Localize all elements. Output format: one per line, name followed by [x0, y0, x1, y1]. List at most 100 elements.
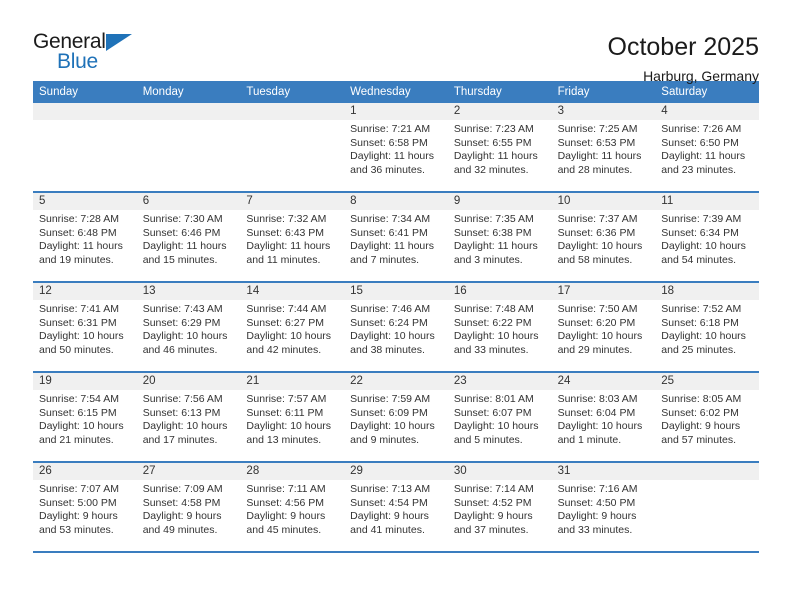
calendar-day-cell[interactable]: 8 Sunrise: 7:34 AM Sunset: 6:41 PM Daylight… — [344, 193, 448, 281]
day-detail-line: Sunrise: 7:59 AM — [350, 393, 431, 405]
day-number: 7 — [240, 193, 345, 210]
day-detail-line: Sunset: 6:02 PM — [661, 406, 739, 419]
calendar-day-cell[interactable]: 19 Sunrise: 7:54 AM Sunset: 6:15 PM Dayligh… — [33, 373, 137, 461]
day-detail-line: and 53 minutes. — [39, 523, 114, 536]
title-block: October 2025 Harburg, Germany — [608, 30, 760, 86]
day-details — [240, 120, 344, 123]
day-number: 21 — [240, 373, 345, 390]
calendar-day-cell[interactable]: 24 Sunrise: 8:03 AM Sunset: 6:04 PM Dayligh… — [551, 373, 656, 461]
day-details: Sunrise: 7:44 AM Sunset: 6:27 PM Daylight:… — [240, 300, 344, 357]
day-detail-line: Daylight: 10 hours — [350, 330, 435, 342]
calendar-day-cell[interactable]: 23 Sunrise: 8:01 AM Sunset: 6:07 PM Dayligh… — [447, 373, 552, 461]
day-detail-line: and 29 minutes. — [557, 343, 633, 356]
calendar-day-cell[interactable]: 11 Sunrise: 7:39 AM Sunset: 6:34 PM Dayligh… — [655, 193, 759, 281]
day-details: Sunrise: 7:50 AM Sunset: 6:20 PM Daylight:… — [552, 300, 656, 357]
day-detail-line: and 17 minutes. — [142, 433, 218, 446]
day-number: 20 — [136, 373, 241, 390]
logo-triangle-icon — [106, 34, 132, 51]
calendar-grid: Sunday Monday Tuesday Wednesday Thursday Frid… — [33, 81, 759, 553]
calendar-day-cell[interactable]: 12 Sunrise: 7:41 AM Sunset: 6:31 PM Dayligh… — [33, 283, 137, 371]
day-detail-line: Daylight: 11 hours — [453, 150, 538, 162]
day-number: 18 — [655, 283, 759, 300]
day-detail-line: and 9 minutes. — [350, 433, 420, 446]
day-detail-line: Sunset: 6:46 PM — [142, 226, 221, 239]
calendar-day-cell[interactable]: 17 Sunrise: 7:50 AM Sunset: 6:20 PM Dayligh… — [551, 283, 656, 371]
day-number: 14 — [240, 283, 345, 300]
calendar-day-cell[interactable]: 26 Sunrise: 7:07 AM Sunset: 5:00 PM Dayligh… — [33, 463, 137, 551]
day-detail-line: Sunrise: 7:09 AM — [142, 483, 223, 495]
calendar-day-cell[interactable]: 5 Sunrise: 7:28 AM Sunset: 6:48 PM Daylight… — [33, 193, 137, 281]
calendar-day-cell[interactable]: 25 Sunrise: 8:05 AM Sunset: 6:02 PM Dayligh… — [655, 373, 759, 461]
day-number: 1 — [344, 103, 448, 120]
day-number: 13 — [136, 283, 241, 300]
day-detail-line: Sunset: 6:50 PM — [661, 136, 739, 149]
day-details — [655, 480, 759, 483]
calendar-page: General Blue October 2025 Harburg, Germa… — [0, 0, 792, 612]
day-number: 29 — [344, 463, 448, 480]
day-detail-line: Sunset: 5:00 PM — [39, 496, 117, 509]
day-detail-line: Sunrise: 8:05 AM — [661, 393, 742, 405]
day-details: Sunrise: 7:26 AM Sunset: 6:50 PM Daylight:… — [655, 120, 759, 177]
day-detail-line: Daylight: 10 hours — [246, 330, 332, 342]
calendar-day-cell[interactable]: 27 Sunrise: 7:09 AM Sunset: 4:58 PM Dayligh… — [136, 463, 241, 551]
day-detail-line: Sunrise: 7:26 AM — [661, 123, 742, 135]
day-detail-line: and 28 minutes. — [557, 163, 633, 176]
day-detail-line: and 49 minutes. — [142, 523, 218, 536]
calendar-day-cell[interactable]: 29 Sunrise: 7:13 AM Sunset: 4:54 PM Dayligh… — [344, 463, 448, 551]
general-blue-logo[interactable]: General Blue — [33, 30, 148, 76]
calendar-day-cell[interactable]: 16 Sunrise: 7:48 AM Sunset: 6:22 PM Dayligh… — [447, 283, 552, 371]
day-details: Sunrise: 7:21 AM Sunset: 6:58 PM Daylight:… — [344, 120, 448, 177]
day-detail-line: Sunrise: 7:34 AM — [350, 213, 431, 225]
calendar-day-cell[interactable]: 31 Sunrise: 7:16 AM Sunset: 4:50 PM Dayligh… — [551, 463, 656, 551]
calendar-day-cell[interactable]: 15 Sunrise: 7:46 AM Sunset: 6:24 PM Dayligh… — [344, 283, 448, 371]
day-number — [33, 103, 137, 120]
day-detail-line: Daylight: 10 hours — [661, 330, 746, 342]
calendar-day-cell[interactable]: 9 Sunrise: 7:35 AM Sunset: 6:38 PM Daylight… — [447, 193, 552, 281]
calendar-day-cell[interactable]: 30 Sunrise: 7:14 AM Sunset: 4:52 PM Dayligh… — [447, 463, 552, 551]
calendar-day-cell[interactable]: 13 Sunrise: 7:43 AM Sunset: 6:29 PM Dayligh… — [136, 283, 241, 371]
calendar-day-cell[interactable]: 28 Sunrise: 7:11 AM Sunset: 4:56 PM Dayligh… — [240, 463, 345, 551]
day-detail-line: Sunset: 6:41 PM — [350, 226, 428, 239]
calendar-day-cell[interactable]: 4 Sunrise: 7:26 AM Sunset: 6:50 PM Daylight… — [655, 103, 759, 191]
calendar-bottom-rule — [33, 551, 759, 553]
day-detail-line: Sunrise: 7:30 AM — [142, 213, 223, 225]
day-detail-line: and 1 minute. — [557, 433, 622, 446]
day-detail-line: Sunset: 6:34 PM — [661, 226, 739, 239]
day-detail-line: Daylight: 10 hours — [142, 420, 228, 432]
calendar-day-cell[interactable]: 7 Sunrise: 7:32 AM Sunset: 6:43 PM Daylight… — [240, 193, 345, 281]
day-detail-line: and 36 minutes. — [350, 163, 425, 176]
calendar-day-cell[interactable]: 2 Sunrise: 7:23 AM Sunset: 6:55 PM Daylight… — [447, 103, 552, 191]
calendar-day-cell[interactable]: 22 Sunrise: 7:59 AM Sunset: 6:09 PM Dayligh… — [344, 373, 448, 461]
day-detail-line: Sunrise: 8:01 AM — [453, 393, 534, 405]
day-detail-line: and 23 minutes. — [661, 163, 736, 176]
day-detail-line: and 45 minutes. — [246, 523, 322, 536]
day-number — [240, 103, 345, 120]
calendar-day-cell[interactable]: 20 Sunrise: 7:56 AM Sunset: 6:13 PM Dayligh… — [136, 373, 241, 461]
day-details: Sunrise: 8:03 AM Sunset: 6:04 PM Daylight:… — [552, 390, 656, 447]
calendar-day-cell-empty — [33, 103, 137, 191]
calendar-day-cell[interactable]: 10 Sunrise: 7:37 AM Sunset: 6:36 PM Dayligh… — [551, 193, 656, 281]
day-details: Sunrise: 7:41 AM Sunset: 6:31 PM Daylight:… — [33, 300, 137, 357]
day-detail-line: Daylight: 9 hours — [350, 510, 429, 522]
calendar-day-cell[interactable]: 14 Sunrise: 7:44 AM Sunset: 6:27 PM Dayligh… — [240, 283, 345, 371]
day-detail-line: Daylight: 9 hours — [39, 510, 118, 522]
calendar-day-cell[interactable]: 6 Sunrise: 7:30 AM Sunset: 6:46 PM Daylight… — [136, 193, 241, 281]
day-details: Sunrise: 7:09 AM Sunset: 4:58 PM Daylight:… — [137, 480, 241, 537]
day-detail-line: Daylight: 9 hours — [453, 510, 533, 522]
day-detail-line: Sunset: 6:15 PM — [39, 406, 117, 419]
day-number: 31 — [551, 463, 656, 480]
day-detail-line: Daylight: 9 hours — [661, 420, 741, 432]
day-detail-line: Daylight: 9 hours — [557, 510, 637, 522]
day-detail-line: Sunset: 4:50 PM — [557, 496, 636, 509]
day-detail-line: Sunset: 6:31 PM — [39, 316, 117, 329]
day-number: 27 — [136, 463, 241, 480]
day-detail-line: Daylight: 9 hours — [246, 510, 326, 522]
day-detail-line: Daylight: 11 hours — [557, 150, 642, 162]
day-detail-line: Sunset: 6:38 PM — [453, 226, 532, 239]
calendar-day-cell-empty — [240, 103, 345, 191]
calendar-day-cell[interactable]: 3 Sunrise: 7:25 AM Sunset: 6:53 PM Daylight… — [551, 103, 656, 191]
day-detail-line: Sunset: 6:09 PM — [350, 406, 428, 419]
calendar-day-cell[interactable]: 21 Sunrise: 7:57 AM Sunset: 6:11 PM Dayligh… — [240, 373, 345, 461]
calendar-day-cell[interactable]: 1 Sunrise: 7:21 AM Sunset: 6:58 PM Daylight… — [344, 103, 448, 191]
calendar-day-cell[interactable]: 18 Sunrise: 7:52 AM Sunset: 6:18 PM Dayligh… — [655, 283, 759, 371]
